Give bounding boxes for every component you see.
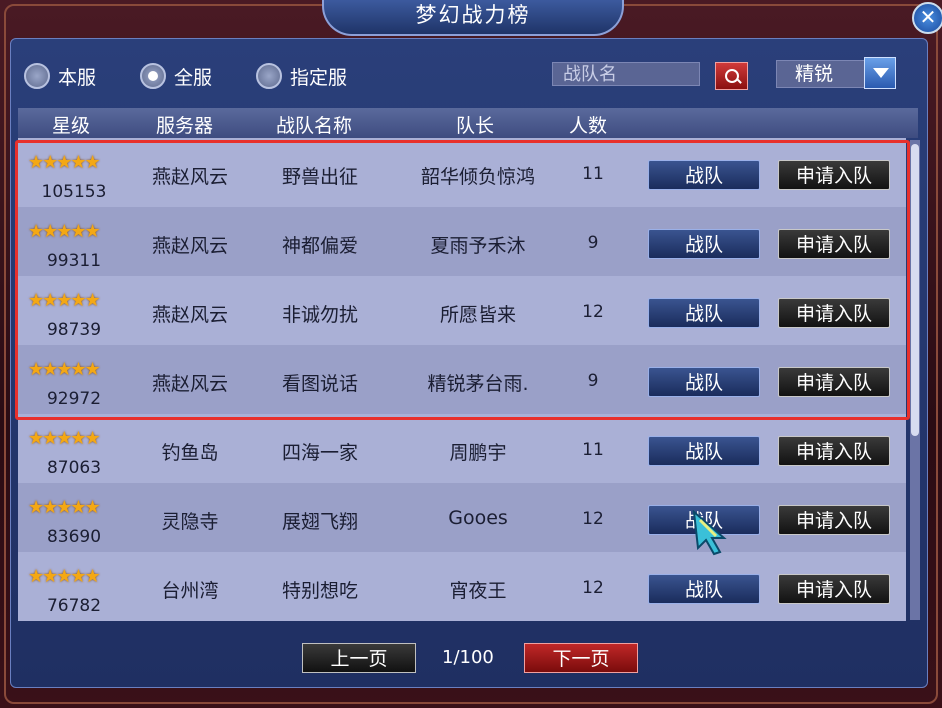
star-rating: ★★★★★	[28, 428, 101, 449]
table-row: ★★★★★ 87063 钓鱼岛 四海一家 周鹏宇 11 战队 申请入队	[18, 414, 906, 483]
member-count: 12	[582, 578, 604, 598]
scrollbar[interactable]	[910, 140, 920, 620]
view-team-button[interactable]: 战队	[648, 574, 760, 604]
server-name: 台州湾	[161, 580, 219, 602]
radio-icon	[256, 63, 282, 89]
view-team-button[interactable]: 战队	[648, 436, 760, 466]
team-name: 展翅飞翔	[281, 511, 358, 533]
page-indicator: 1/100	[442, 647, 494, 668]
filter-label: 本服	[58, 66, 97, 89]
prev-page-button[interactable]: 上一页	[302, 643, 416, 673]
dropdown-value: 精锐	[795, 63, 834, 85]
apply-join-button[interactable]: 申请入队	[778, 436, 890, 466]
captain-name: 宵夜王	[449, 580, 507, 602]
team-name: 四海一家	[281, 442, 358, 464]
filter-all-servers[interactable]: 全服	[140, 62, 212, 90]
apply-join-button[interactable]: 申请入队	[778, 505, 890, 535]
apply-join-button[interactable]: 申请入队	[778, 574, 890, 604]
table-row: ★★★★★ 76782 台州湾 特别想吃 宵夜王 12 战队 申请入队	[18, 552, 906, 621]
member-count: 11	[582, 440, 604, 460]
scrollbar-thumb[interactable]	[911, 144, 919, 436]
filter-label: 全服	[174, 66, 213, 89]
captain-name: Gooes	[448, 507, 508, 529]
search-button[interactable]	[715, 62, 748, 90]
star-rating: ★★★★★	[28, 497, 101, 518]
header-count: 人数	[569, 115, 608, 137]
chevron-down-icon[interactable]	[864, 57, 896, 89]
radio-selected-icon	[140, 63, 166, 89]
power-score: 83690	[46, 527, 102, 547]
star-rating: ★★★★★	[28, 566, 101, 587]
close-button[interactable]: ✕	[912, 2, 942, 34]
header-captain: 队长	[456, 115, 495, 137]
filter-local-server[interactable]: 本服	[24, 62, 96, 90]
table-header: 星级 服务器 战队名称 队长 人数	[18, 108, 918, 138]
highlight-box	[15, 140, 910, 420]
server-name: 钓鱼岛	[161, 442, 219, 464]
server-name: 灵隐寺	[161, 511, 219, 533]
window-title: 梦幻战力榜	[322, 0, 624, 36]
next-page-button[interactable]: 下一页	[524, 643, 638, 673]
header-star: 星级	[52, 115, 91, 137]
power-score: 87063	[46, 458, 102, 478]
filter-label: 指定服	[290, 66, 348, 89]
member-count: 12	[582, 509, 604, 529]
header-team: 战队名称	[276, 115, 353, 137]
header-server: 服务器	[156, 115, 214, 137]
cursor-icon	[692, 510, 727, 556]
team-search-input[interactable]: 战队名	[552, 62, 700, 86]
radio-icon	[24, 63, 50, 89]
team-name: 特别想吃	[281, 580, 358, 602]
rank-dropdown[interactable]: 精锐	[776, 57, 896, 89]
captain-name: 周鹏宇	[449, 442, 507, 464]
filter-specific-server[interactable]: 指定服	[256, 62, 347, 90]
table-row: ★★★★★ 83690 灵隐寺 展翅飞翔 Gooes 12 战队 申请入队	[18, 483, 906, 552]
power-score: 76782	[46, 596, 102, 616]
